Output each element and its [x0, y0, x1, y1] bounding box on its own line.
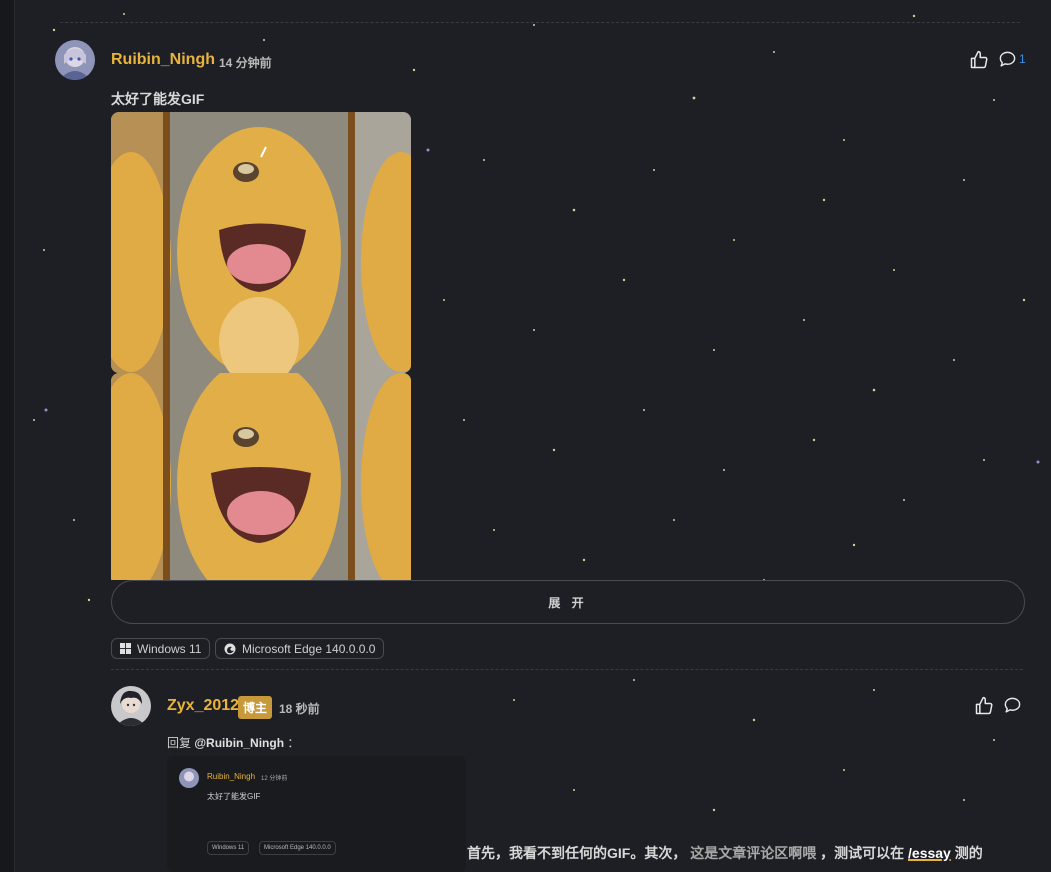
edge-icon — [224, 643, 236, 654]
reply-colon: ： — [287, 736, 300, 750]
comment-icon — [1004, 697, 1021, 713]
quote-browser-tag-label: Microsoft Edge 140.0.0.0 — [264, 845, 331, 851]
avatar[interactable] — [111, 686, 151, 726]
quote-browser-tag: Microsoft Edge 140.0.0.0 — [259, 841, 336, 855]
quote-avatar — [179, 768, 199, 788]
thumbs-up-icon — [970, 50, 988, 69]
username[interactable]: Zyx_2012 — [167, 697, 239, 715]
browser-tag-label: Microsoft Edge 140.0.0.0 — [242, 641, 376, 656]
comment-icon — [999, 51, 1016, 67]
windows-icon — [120, 643, 131, 654]
quote-os-tag-label: Windows 11 — [212, 845, 245, 851]
comment-body: 首先，我看不到任何的GIF。其次， 这是文章评论区啊喂 ，测试可以在 /essa… — [467, 843, 983, 863]
browser-tag: Microsoft Edge 140.0.0.0 — [215, 638, 385, 659]
author-badge: 博主 — [238, 696, 273, 719]
divider-top — [60, 22, 1020, 23]
thumbs-up-icon — [975, 696, 993, 715]
username[interactable]: Ruibin_Ningh — [111, 51, 215, 69]
left-rail — [0, 0, 15, 872]
reply-prefix: 回复 @Ruibin_Ningh ： — [167, 734, 299, 751]
body-part-2: 这是文章评论区啊喂 — [690, 845, 817, 861]
timestamp: 14 分钟前 — [219, 56, 272, 70]
like-button[interactable] — [969, 50, 991, 72]
quote-time: 12 分钟前 — [261, 776, 288, 782]
quote-text: 太好了能发GIF — [207, 792, 261, 801]
reply-button[interactable] — [1003, 696, 1025, 718]
reply-button[interactable]: 1 — [998, 50, 1028, 72]
quote-username: Ruibin_Ningh — [207, 772, 256, 781]
timestamp: 18 秒前 — [279, 702, 320, 716]
avatar[interactable] — [55, 40, 95, 80]
gif-image[interactable] — [111, 373, 411, 580]
body-part-3: ，测试可以在 — [820, 845, 905, 861]
quote-os-tag: Windows 11 — [207, 841, 250, 855]
expand-button[interactable]: 展 开 — [111, 580, 1025, 624]
body-part-4: 测的 — [954, 845, 983, 861]
os-tag-label: Windows 11 — [137, 641, 202, 656]
mention-link[interactable]: @Ruibin_Ningh — [194, 736, 284, 750]
quoted-comment-image[interactable]: Ruibin_Ningh 12 分钟前 太好了能发GIF Windows 11 … — [167, 756, 466, 872]
os-tag: Windows 11 — [111, 638, 211, 659]
like-button[interactable] — [974, 696, 996, 718]
divider — [111, 669, 1023, 670]
body-part-1: 首先，我看不到任何的GIF。其次， — [467, 845, 687, 861]
comment-body: 太好了能发GIF — [111, 91, 205, 107]
gif-image[interactable] — [111, 112, 411, 373]
reply-label: 回复 — [167, 736, 192, 750]
reply-count: 1 — [1019, 52, 1026, 66]
essay-link[interactable]: /essay — [908, 845, 951, 861]
